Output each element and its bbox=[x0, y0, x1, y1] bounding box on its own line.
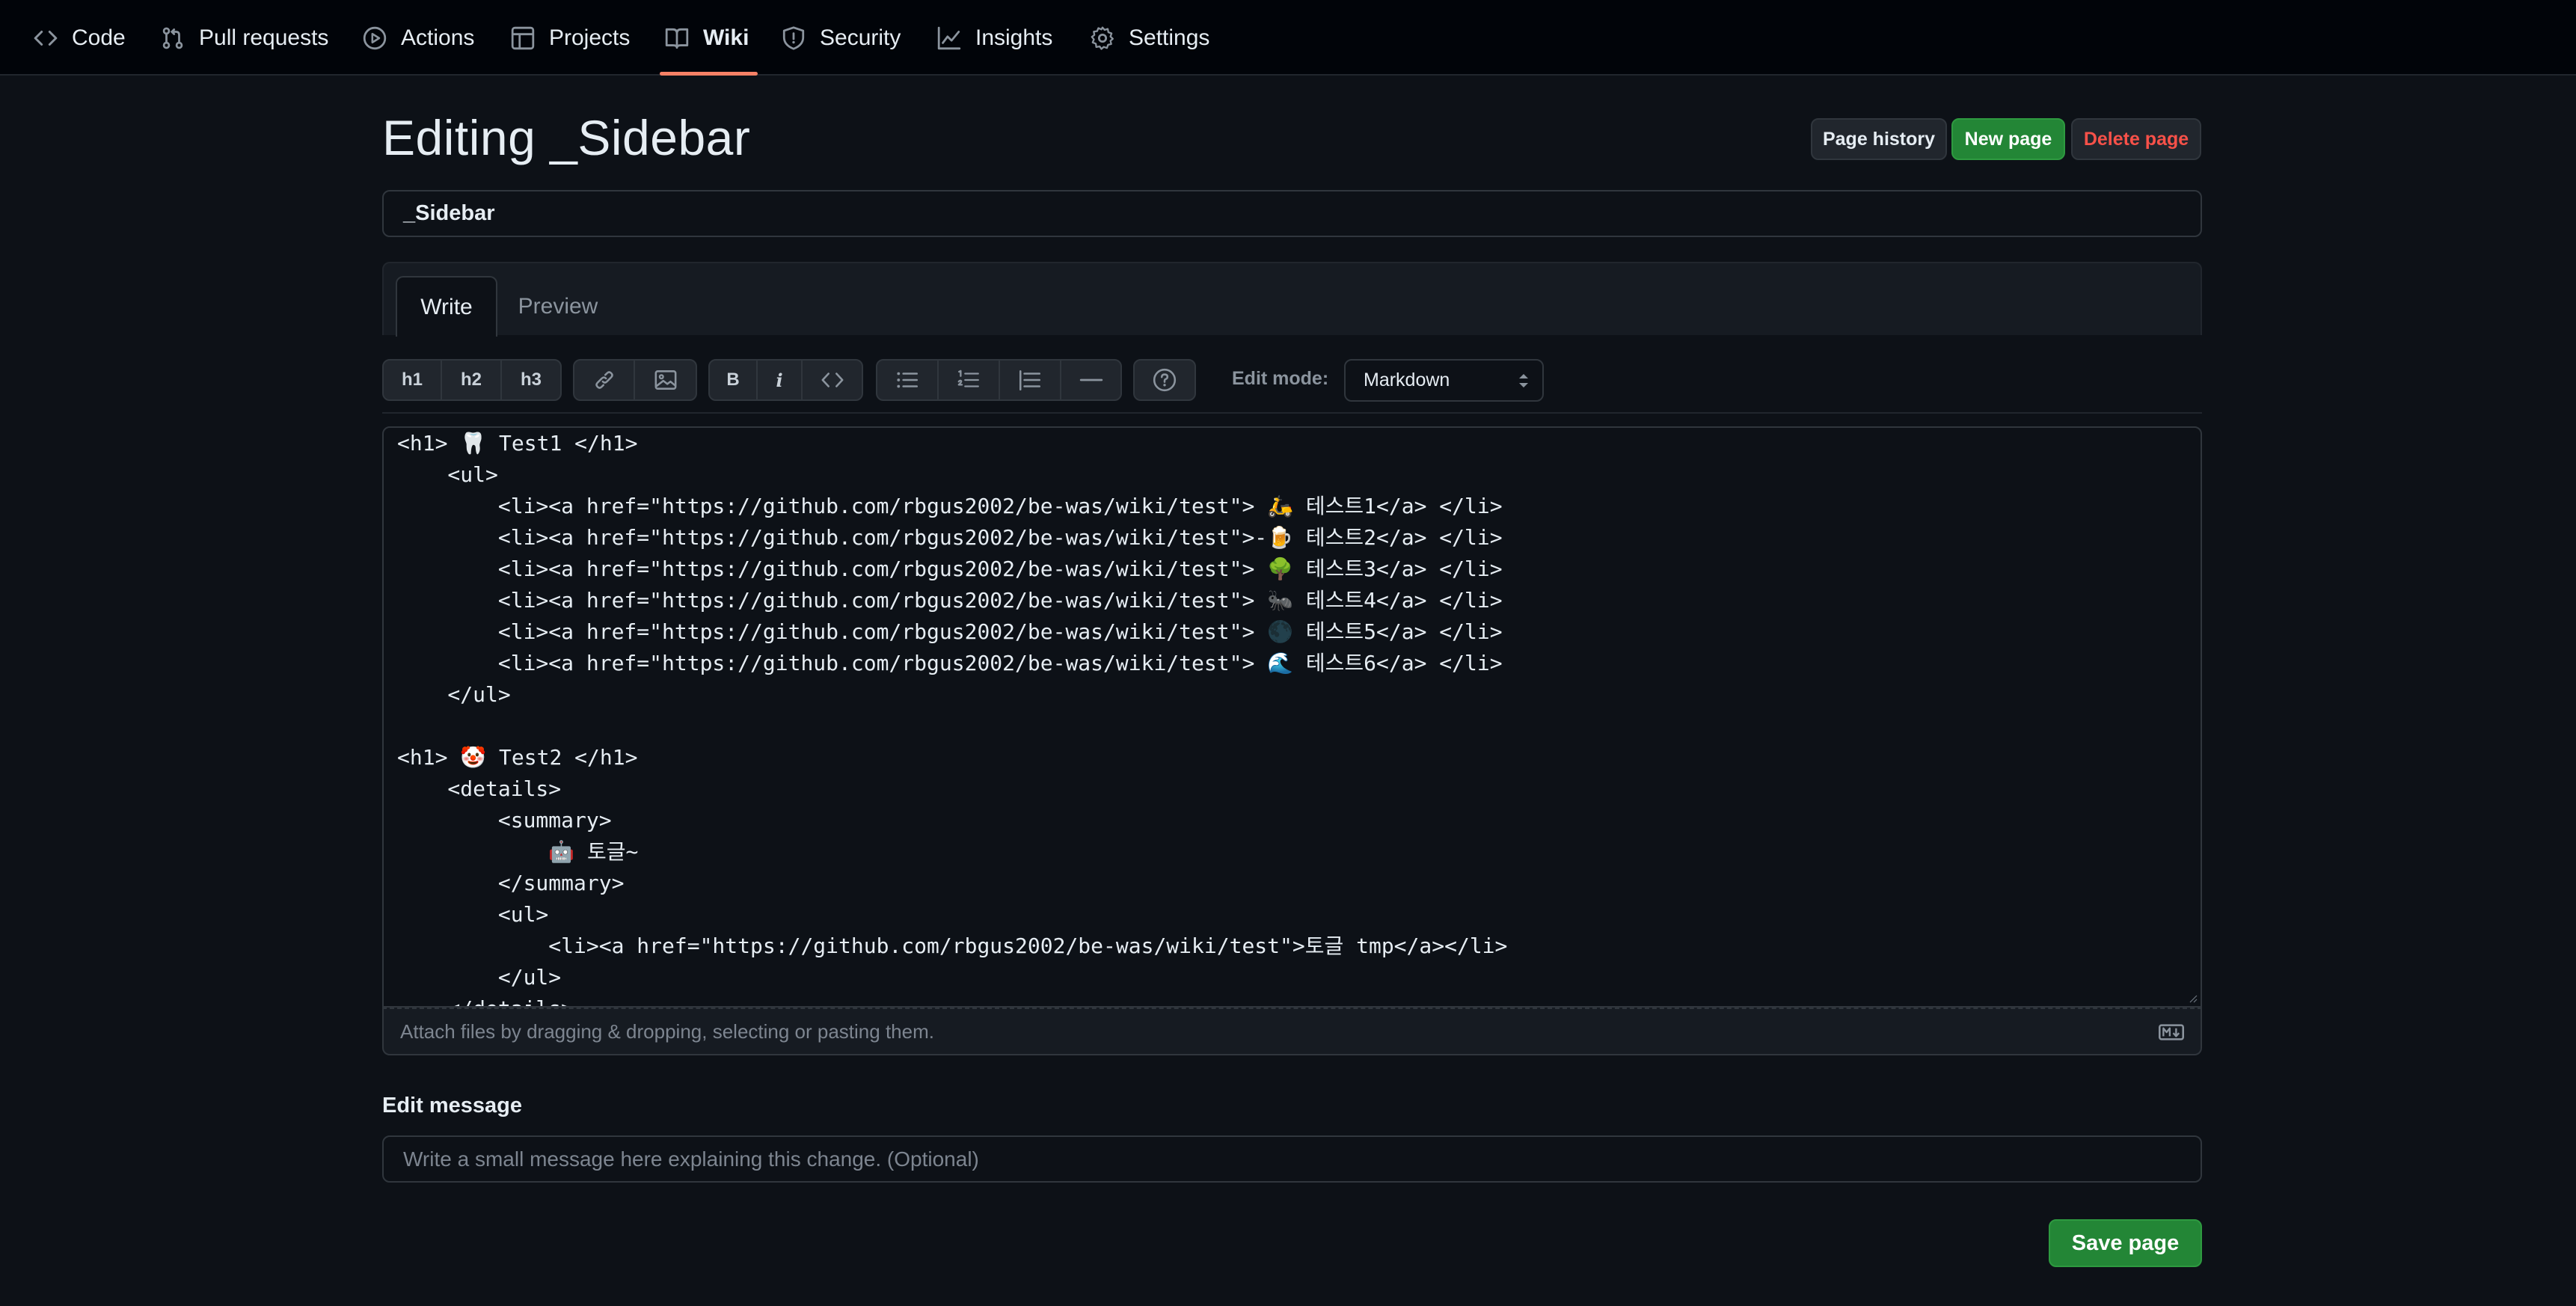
nav-item-projects[interactable]: Projects bbox=[510, 0, 630, 76]
nav-label-pull-requests: Pull requests bbox=[199, 25, 329, 50]
task-list-icon bbox=[1019, 370, 1041, 391]
bulleted-list-icon bbox=[897, 372, 919, 388]
save-page-button[interactable]: Save page bbox=[2049, 1219, 2202, 1267]
attach-files-bar[interactable]: Attach files by dragging & dropping, sel… bbox=[382, 1008, 2202, 1055]
resize-handle-icon[interactable] bbox=[2186, 991, 2198, 1003]
nav-label-settings: Settings bbox=[1129, 25, 1210, 50]
editor-line: </ul> bbox=[397, 682, 511, 707]
edit-mode-value: Markdown bbox=[1364, 370, 1450, 390]
editor-tab-bar: Write Preview bbox=[382, 262, 2202, 337]
edit-message-label: Edit message bbox=[382, 1094, 522, 1118]
editor-line: <li><a href="https://github.com/rbgus200… bbox=[397, 494, 1503, 518]
editor-line: </ul> bbox=[397, 965, 562, 990]
nav-label-projects: Projects bbox=[549, 25, 631, 50]
gear-icon bbox=[1091, 26, 1114, 50]
image-button[interactable] bbox=[635, 361, 696, 399]
play-icon bbox=[363, 26, 387, 49]
code-button[interactable] bbox=[803, 361, 862, 399]
nav-item-pull-requests[interactable]: Pull requests bbox=[160, 0, 328, 76]
editor-line: <h1> 🦷 Test1 </h1> bbox=[397, 431, 638, 456]
nav-label-actions: Actions bbox=[401, 25, 475, 50]
editor-line: <h1> 🤡 Test2 </h1> bbox=[397, 745, 638, 770]
format-button-group: B i bbox=[708, 359, 863, 401]
code-icon bbox=[34, 30, 58, 46]
nav-item-actions[interactable]: Actions bbox=[362, 0, 474, 76]
numbered-list-icon bbox=[957, 370, 979, 387]
editor-line: <ul> bbox=[397, 462, 498, 487]
edit-mode-select[interactable]: Markdown bbox=[1344, 359, 1544, 402]
editor-line: </summary> bbox=[397, 871, 625, 895]
nav-label-code: Code bbox=[72, 25, 126, 50]
editor-line: <li><a href="https://github.com/rbgus200… bbox=[397, 557, 1503, 581]
new-page-button[interactable]: New page bbox=[1951, 118, 2065, 160]
numbered-list-button[interactable] bbox=[939, 361, 1000, 399]
editor-line: <li><a href="https://github.com/rbgus200… bbox=[397, 619, 1503, 644]
help-button-group bbox=[1133, 359, 1196, 401]
editor-line: <ul> bbox=[397, 902, 549, 927]
toolbar-divider bbox=[382, 412, 2202, 414]
book-icon bbox=[665, 28, 689, 49]
edit-message-input[interactable]: Write a small message here explaining th… bbox=[382, 1135, 2202, 1183]
markdown-editor[interactable]: <h1> 🦷 Test1 </h1> <ul> <li><a href="htt… bbox=[382, 426, 2202, 1008]
editor-content: <h1> 🦷 Test1 </h1> <ul> <li><a href="htt… bbox=[397, 428, 2187, 1006]
editor-line: <li><a href="https://github.com/rbgus200… bbox=[397, 651, 1503, 675]
horizontal-rule-icon bbox=[1079, 378, 1103, 381]
editor-line: <summary> bbox=[397, 808, 612, 833]
help-button[interactable] bbox=[1135, 361, 1195, 399]
markdown-icon[interactable] bbox=[2159, 1024, 2184, 1040]
editor-line: <li><a href="https://github.com/rbgus200… bbox=[397, 933, 1508, 958]
select-caret-icon bbox=[1519, 374, 1528, 387]
nav-item-security[interactable]: Security bbox=[781, 0, 901, 76]
nav-label-security: Security bbox=[820, 25, 901, 50]
pull-request-icon bbox=[162, 27, 183, 49]
shield-icon bbox=[782, 25, 805, 50]
nav-item-wiki[interactable]: Wiki bbox=[659, 0, 758, 76]
link-button[interactable] bbox=[574, 361, 636, 399]
code-icon bbox=[821, 373, 843, 387]
tab-write[interactable]: Write bbox=[396, 276, 497, 337]
heading-button-group: h1 h2 h3 bbox=[382, 359, 562, 401]
repo-nav: Code Pull requests Actions Projects Wiki… bbox=[0, 0, 2576, 76]
tab-preview[interactable]: Preview bbox=[511, 276, 605, 337]
nav-item-settings[interactable]: Settings bbox=[1090, 0, 1209, 76]
nav-label-wiki: Wiki bbox=[703, 25, 749, 50]
bold-button[interactable]: B bbox=[710, 361, 758, 399]
editor-line: <details> bbox=[397, 776, 562, 801]
nav-item-insights[interactable]: Insights bbox=[936, 0, 1052, 76]
h1-button[interactable]: h1 bbox=[384, 361, 442, 399]
link-icon bbox=[595, 371, 613, 389]
edit-mode-label: Edit mode: bbox=[1232, 368, 1329, 389]
editor-line: 🤖 토글~ bbox=[397, 839, 639, 864]
page-name-input[interactable]: _Sidebar bbox=[382, 190, 2202, 237]
nav-label-insights: Insights bbox=[975, 25, 1053, 50]
list-button-group bbox=[876, 359, 1122, 401]
nav-item-code[interactable]: Code bbox=[33, 0, 126, 76]
table-icon bbox=[511, 26, 535, 49]
task-list-button[interactable] bbox=[1000, 361, 1061, 399]
graph-icon bbox=[937, 26, 961, 49]
attach-files-hint: Attach files by dragging & dropping, sel… bbox=[400, 1020, 934, 1043]
image-icon bbox=[654, 370, 676, 390]
page-title: Editing _Sidebar bbox=[382, 110, 751, 165]
italic-button[interactable]: i bbox=[758, 361, 803, 399]
question-icon bbox=[1153, 368, 1177, 392]
h2-button[interactable]: h2 bbox=[442, 361, 502, 399]
page-history-button[interactable]: Page history bbox=[1811, 118, 1947, 160]
editor-line: </details> bbox=[397, 993, 2187, 1006]
horizontal-rule-button[interactable] bbox=[1061, 361, 1120, 399]
h3-button[interactable]: h3 bbox=[502, 361, 560, 399]
bulleted-list-button[interactable] bbox=[877, 361, 939, 399]
insert-button-group bbox=[573, 359, 697, 401]
delete-page-button[interactable]: Delete page bbox=[2071, 118, 2201, 160]
editor-line: <li><a href="https://github.com/rbgus200… bbox=[397, 588, 1503, 613]
editor-line: <li><a href="https://github.com/rbgus200… bbox=[397, 525, 1503, 550]
